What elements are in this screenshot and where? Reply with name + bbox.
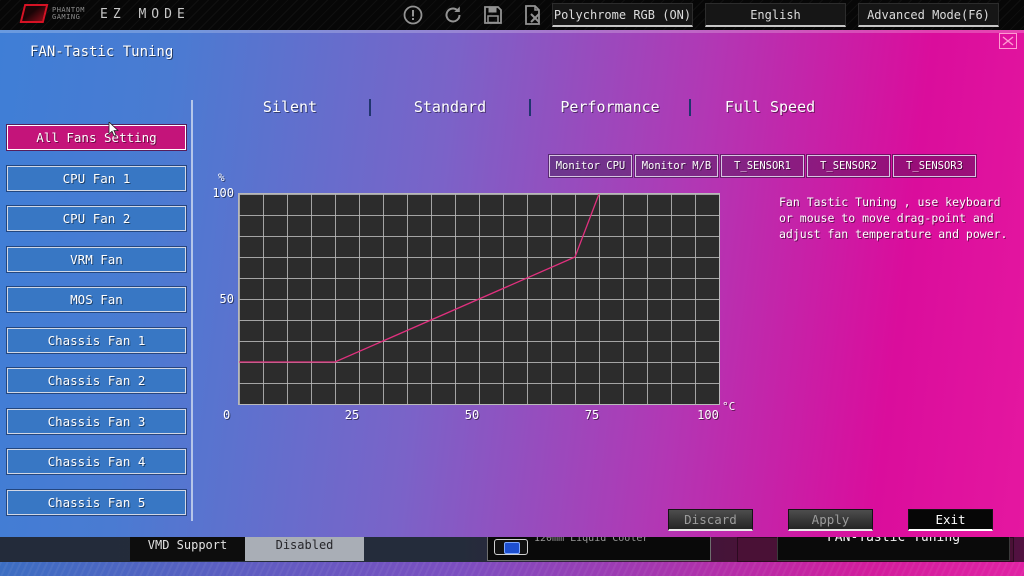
ez-mode-label: EZ MODE xyxy=(100,7,190,22)
fan-tastic-tuning-button[interactable]: FAN-Tastic Tuning xyxy=(777,537,1010,561)
sensor-buttons: Monitor CPU Monitor M/B T_SENSOR1 T_SENS… xyxy=(549,155,976,177)
reload-defaults-icon[interactable] xyxy=(442,4,464,26)
fan-curve-chart[interactable] xyxy=(238,193,720,405)
help-text-line: or mouse to move drag-point and xyxy=(779,210,1007,226)
mouse-cursor xyxy=(108,122,119,141)
top-bar-buttons: Polychrome RGB (ON) English Advanced Mod… xyxy=(552,3,999,27)
vmd-support-value[interactable]: Disabled xyxy=(245,537,364,561)
sidebar-item-vrm-fan[interactable]: VRM Fan xyxy=(7,247,186,272)
exit-button[interactable]: Exit xyxy=(908,509,993,531)
help-text: Fan Tastic Tuning , use keyboard or mous… xyxy=(779,194,1007,242)
x-tick-25: 25 xyxy=(338,408,366,422)
t-sensor2-button[interactable]: T_SENSOR2 xyxy=(807,155,890,177)
fan-tastic-tuning-panel: FAN-Tastic Tuning All Fans Setting CPU F… xyxy=(0,30,1024,537)
liquid-cooler-label: 120mm Liquid Cooler xyxy=(534,537,648,546)
phantom-gaming-logo-icon xyxy=(20,4,49,23)
sidebar-item-chassis-fan-5[interactable]: Chassis Fan 5 xyxy=(7,490,186,515)
tab-full-speed[interactable]: Full Speed xyxy=(691,98,849,116)
sidebar-item-cpu-fan-2[interactable]: CPU Fan 2 xyxy=(7,206,186,231)
sidebar-item-chassis-fan-1[interactable]: Chassis Fan 1 xyxy=(7,328,186,353)
tab-standard[interactable]: Standard xyxy=(371,98,529,116)
sidebar-item-chassis-fan-2[interactable]: Chassis Fan 2 xyxy=(7,368,186,393)
brand-name: PHANTOM GAMING xyxy=(52,7,85,21)
liquid-cooler-icon xyxy=(494,539,528,555)
discard-changes-icon[interactable] xyxy=(522,4,544,26)
sidebar-item-chassis-fan-4[interactable]: Chassis Fan 4 xyxy=(7,449,186,474)
monitor-mb-button[interactable]: Monitor M/B xyxy=(635,155,718,177)
brand-area: PHANTOM GAMING xyxy=(22,4,85,23)
fan-curve-line xyxy=(239,194,599,362)
y-tick-100: 100 xyxy=(208,186,234,200)
page-background-edge xyxy=(0,562,1024,576)
vmd-support-label: VMD Support xyxy=(130,537,245,561)
info-icon[interactable] xyxy=(402,4,424,26)
bottom-bar: VMD Support Disabled 120mm Liquid Cooler… xyxy=(0,537,1024,562)
y-tick-50: 50 xyxy=(208,292,234,306)
sidebar-item-mos-fan[interactable]: MOS Fan xyxy=(7,287,186,312)
help-text-line: Fan Tastic Tuning , use keyboard xyxy=(779,194,1007,210)
top-bar-icons xyxy=(402,4,544,26)
vmd-support-text: VMD Support xyxy=(148,538,227,561)
sidebar-item-cpu-fan-1[interactable]: CPU Fan 1 xyxy=(7,166,186,191)
profile-tabs: Silent Standard Performance Full Speed xyxy=(211,98,849,116)
discard-button[interactable]: Discard xyxy=(668,509,753,531)
apply-button[interactable]: Apply xyxy=(788,509,873,531)
x-tick-0: 0 xyxy=(223,408,230,422)
advanced-mode-button[interactable]: Advanced Mode(F6) xyxy=(858,3,999,27)
sidebar-item-all-fans-setting[interactable]: All Fans Setting xyxy=(7,125,186,150)
vmd-support-value-text: Disabled xyxy=(276,538,334,561)
language-button[interactable]: English xyxy=(705,3,846,27)
x-tick-50: 50 xyxy=(458,408,486,422)
x-tick-75: 75 xyxy=(578,408,606,422)
polychrome-rgb-button[interactable]: Polychrome RGB (ON) xyxy=(552,3,693,27)
monitor-cpu-button[interactable]: Monitor CPU xyxy=(549,155,632,177)
bios-screen: PHANTOM GAMING EZ MODE Polychrome RGB (O… xyxy=(0,0,1024,576)
tab-silent[interactable]: Silent xyxy=(211,98,369,116)
x-axis-unit: °C xyxy=(722,400,735,413)
save-icon[interactable] xyxy=(482,4,504,26)
help-text-line: adjust fan temperature and power. xyxy=(779,226,1007,242)
y-axis-unit: % xyxy=(218,171,225,184)
brand-line2: GAMING xyxy=(52,14,85,21)
fan-sidebar: All Fans Setting CPU Fan 1 CPU Fan 2 VRM… xyxy=(7,125,186,515)
top-bar: PHANTOM GAMING EZ MODE Polychrome RGB (O… xyxy=(0,0,1024,30)
x-tick-100: 100 xyxy=(692,408,724,422)
sidebar-item-chassis-fan-3[interactable]: Chassis Fan 3 xyxy=(7,409,186,434)
liquid-cooler-widget[interactable]: 120mm Liquid Cooler xyxy=(487,537,711,561)
sidebar-divider xyxy=(191,100,193,521)
fan-tastic-tuning-button-label: FAN-Tastic Tuning xyxy=(827,537,960,560)
t-sensor3-button[interactable]: T_SENSOR3 xyxy=(893,155,976,177)
page-title: FAN-Tastic Tuning xyxy=(30,44,173,60)
tab-performance[interactable]: Performance xyxy=(531,98,689,116)
close-icon[interactable] xyxy=(999,33,1017,49)
t-sensor1-button[interactable]: T_SENSOR1 xyxy=(721,155,804,177)
